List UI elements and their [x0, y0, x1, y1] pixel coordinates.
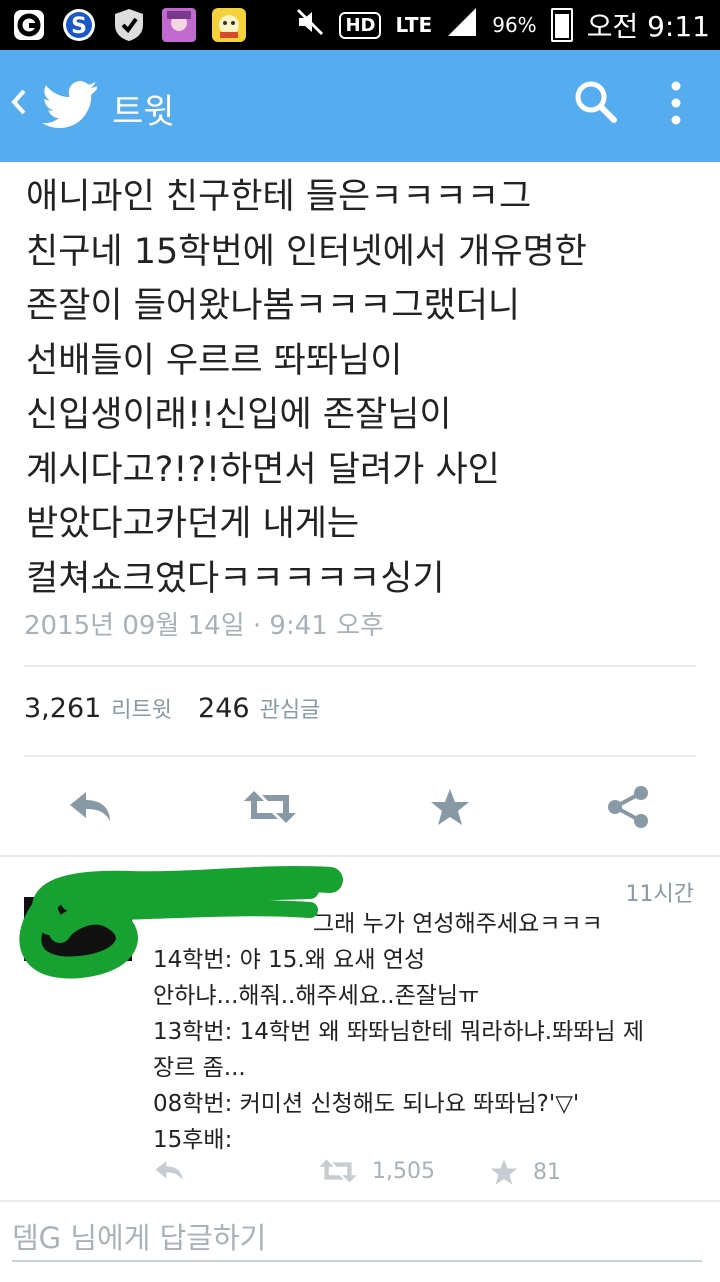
reply-retweet-button[interactable]: 1,505 [318, 1158, 435, 1184]
hd-voice-badge: HD [339, 11, 382, 39]
tweet-line: 애니과인 친구한테 들은ㅋㅋㅋㅋ그 [26, 177, 532, 217]
retweet-button[interactable] [240, 780, 300, 834]
share-icon [608, 786, 648, 828]
reply-button[interactable] [60, 780, 120, 834]
tweet-line: 선배들이 우르르 똬똬님이 [26, 340, 403, 381]
app-anime-icon [160, 6, 198, 44]
reply-line: 15후배: [153, 1127, 233, 1153]
app-game-icon [210, 6, 248, 44]
mute-icon [295, 7, 325, 44]
reply-like-count: 81 [533, 1159, 561, 1185]
divider [24, 665, 696, 667]
tweet-line: 계시다고?!?!하면서 달려가 사인 [26, 449, 500, 490]
reply-icon [155, 1161, 183, 1181]
reply-line: 13학번: 14학번 왜 똬똬님한테 뭐라하냐.똬똬님 제 [153, 1019, 645, 1045]
tweet-line: 존잘이 들어왔나봄ㅋㅋㅋ그랬더니 [26, 286, 521, 326]
retweet-count[interactable]: 3,261 [24, 693, 101, 724]
reply-line: 08학번: 커미션 신청해도 되나요 똬똬님?'▽' [153, 1091, 580, 1117]
status-bar: S HD LTE 96% 오전 9:11 [0, 0, 720, 50]
app-s-icon: S [60, 6, 98, 44]
shield-icon [110, 6, 148, 44]
tweet-line: 신입생이래!!신입에 존잘님이 [26, 395, 452, 435]
like-label[interactable]: 관심글 [260, 692, 321, 724]
reply-line: 장르 좀... [153, 1055, 246, 1081]
retweet-icon [244, 791, 296, 823]
page-title: 트윗 [112, 92, 175, 132]
twitter-bird-icon[interactable] [42, 80, 98, 132]
reply-input[interactable] [12, 1216, 702, 1262]
tweet-stats: 3,261 리트윗 246 관심글 [24, 692, 346, 724]
tweet-timestamp: 2015년 09월 14일 · 9:41 오후 [24, 611, 384, 641]
tweet-line: 받았다고카던게 내게는 [26, 504, 360, 544]
reply-icon [70, 792, 110, 821]
signal-icon [446, 6, 478, 45]
reply-time: 11시간 [625, 882, 694, 907]
battery-percent: 96% [492, 13, 537, 37]
retweet-label[interactable]: 리트윗 [111, 692, 172, 724]
reply-text: 그래 누가 연성해주세요ㅋㅋㅋ 14학번: 야 15.왜 요새 연성 안하냐..… [153, 906, 693, 1158]
like-button[interactable] [420, 780, 480, 834]
reply-reply-button[interactable] [153, 1158, 185, 1184]
more-vertical-icon[interactable] [670, 80, 682, 130]
reply-like-button[interactable]: 81 [489, 1158, 561, 1186]
reply-line: 14학번: 야 15.왜 요새 연성 [153, 947, 426, 973]
svg-text:S: S [71, 14, 87, 39]
star-icon [490, 1159, 518, 1185]
reply-line: 그래 누가 연성해주세요ㅋㅋㅋ [313, 911, 603, 937]
retweet-icon [319, 1159, 357, 1183]
app-bar: 트윗 [0, 50, 720, 162]
network-type: LTE [395, 13, 433, 37]
system-status: HD LTE 96% 오전 9:11 [295, 0, 710, 50]
battery-icon [550, 8, 573, 42]
tweet-line: 친구네 15학번에 인터넷에서 개유명한 [26, 231, 587, 272]
like-count[interactable]: 246 [198, 693, 250, 724]
share-button[interactable] [598, 780, 658, 834]
tweet-line: 컬쳐쇼크였다ㅋㅋㅋㅋㅋ싱기 [26, 558, 445, 599]
tweet-text: 애니과인 친구한테 들은ㅋㅋㅋㅋ그 친구네 15학번에 인터넷에서 개유명한 존… [26, 170, 706, 606]
chevron-left-icon[interactable] [10, 86, 28, 126]
reply-line: 안하냐...해줘..해주세요..존잘님ㅠ [153, 983, 480, 1009]
divider [24, 755, 696, 757]
app-g-icon [10, 6, 48, 44]
star-icon [431, 789, 469, 825]
notification-icons: S [10, 6, 248, 44]
reply-compose-bar [0, 1200, 720, 1282]
reply-retweet-count: 1,505 [372, 1158, 435, 1184]
search-icon[interactable] [572, 78, 618, 128]
clock: 오전 9:11 [586, 10, 710, 43]
